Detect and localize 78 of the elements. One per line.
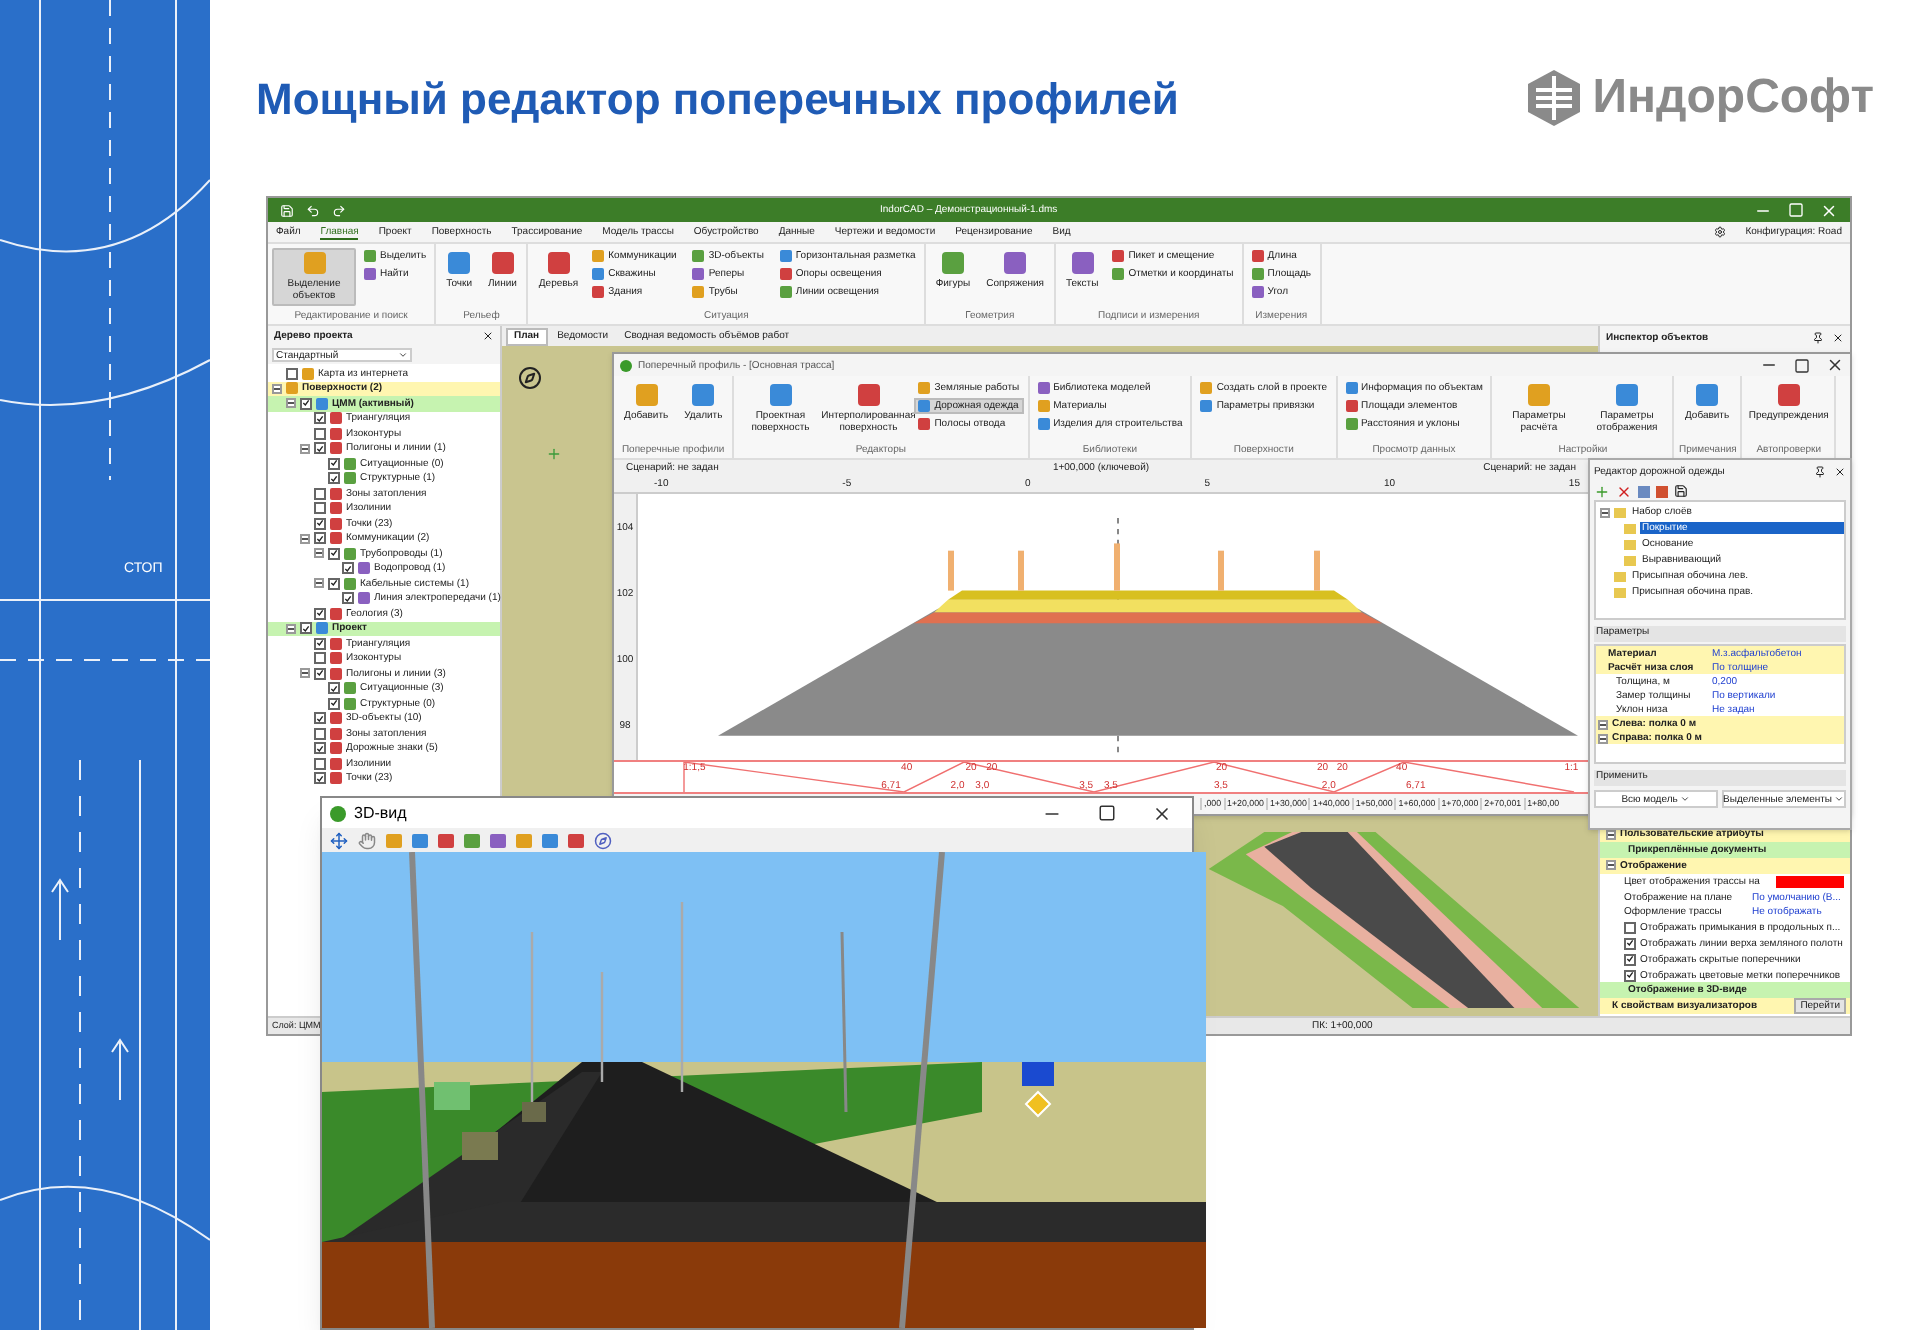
- tool-icon: [1071, 252, 1094, 274]
- tool-icon: [857, 384, 880, 406]
- checkbox[interactable]: [328, 697, 340, 710]
- tool-icon: [547, 252, 570, 274]
- save-icon[interactable]: [1674, 484, 1688, 498]
- maximize-icon[interactable]: [1098, 804, 1116, 822]
- checkbox[interactable]: [314, 517, 326, 530]
- checkbox[interactable]: [328, 547, 340, 560]
- checkbox[interactable]: [342, 592, 354, 605]
- undo-icon[interactable]: [306, 203, 320, 217]
- tool-icon: [303, 252, 325, 274]
- window-title: 3D-вид: [354, 801, 407, 825]
- tool-icon: [692, 384, 715, 406]
- tool-icon: [941, 252, 964, 274]
- checkbox[interactable]: [314, 502, 326, 515]
- checkbox[interactable]: [314, 442, 326, 455]
- checkbox[interactable]: [286, 367, 298, 380]
- checkbox[interactable]: [342, 562, 354, 575]
- checkbox[interactable]: [314, 487, 326, 500]
- tool-icon: [1004, 252, 1027, 274]
- checkbox[interactable]: [328, 682, 340, 695]
- maximize-icon[interactable]: [1794, 357, 1810, 373]
- checkbox[interactable]: [300, 622, 312, 635]
- checkbox[interactable]: [314, 772, 326, 785]
- compass-icon[interactable]: [594, 831, 612, 849]
- close-icon[interactable]: [482, 330, 494, 342]
- collapse-icon[interactable]: [300, 443, 310, 454]
- checkbox[interactable]: [314, 607, 326, 620]
- checkbox[interactable]: [314, 667, 326, 680]
- checkbox[interactable]: [300, 397, 312, 410]
- tool-icon: [1777, 384, 1800, 406]
- tool-icon: [1696, 384, 1719, 406]
- delete-icon[interactable]: [1616, 483, 1632, 499]
- close-icon[interactable]: [1152, 803, 1172, 823]
- checkbox[interactable]: [314, 727, 326, 740]
- app-logo-icon: [330, 805, 346, 821]
- collapse-icon[interactable]: [1606, 860, 1616, 871]
- checkbox[interactable]: [1624, 969, 1636, 981]
- checkbox[interactable]: [314, 532, 326, 545]
- color-swatch[interactable]: [1776, 875, 1844, 888]
- checkbox[interactable]: [314, 412, 326, 425]
- logo-text: ИндорСофт: [1592, 68, 1874, 128]
- checkbox[interactable]: [314, 742, 326, 755]
- collapse-icon[interactable]: [300, 668, 310, 679]
- logo-icon: [1524, 68, 1585, 128]
- checkbox[interactable]: [1624, 953, 1636, 966]
- app-logo-icon: [620, 359, 632, 371]
- tool-icon: [1527, 384, 1550, 406]
- collapse-icon[interactable]: [1600, 507, 1610, 517]
- slide-title: Мощный редактор поперечных профилей: [256, 71, 1179, 128]
- checkbox[interactable]: [328, 577, 340, 590]
- tool-icon: [491, 252, 514, 274]
- checkbox[interactable]: [1624, 922, 1636, 935]
- close-icon[interactable]: [1832, 331, 1844, 343]
- settings-icon[interactable]: [1713, 226, 1726, 238]
- checkbox[interactable]: [314, 757, 326, 770]
- pin-icon[interactable]: [1814, 465, 1826, 477]
- checkbox[interactable]: [1624, 937, 1636, 950]
- checkbox[interactable]: [328, 457, 340, 470]
- move-icon[interactable]: [330, 831, 348, 849]
- tool-icon: [769, 384, 792, 406]
- close-icon[interactable]: [1834, 465, 1846, 477]
- tool-icon: [635, 384, 658, 406]
- checkbox[interactable]: [314, 637, 326, 650]
- redo-icon[interactable]: [332, 203, 346, 217]
- checkbox[interactable]: [328, 472, 340, 485]
- tool-icon: [448, 252, 471, 274]
- collapse-icon[interactable]: [314, 578, 324, 589]
- checkbox[interactable]: [314, 712, 326, 725]
- compass-icon: [518, 366, 542, 390]
- checkbox[interactable]: [314, 652, 326, 665]
- checkbox[interactable]: [314, 427, 326, 440]
- collapse-icon[interactable]: [286, 623, 296, 634]
- close-icon[interactable]: [1826, 356, 1844, 374]
- crosshair-icon: [546, 446, 562, 462]
- pin-icon[interactable]: [1812, 331, 1824, 343]
- hand-icon[interactable]: [358, 831, 376, 849]
- tool-icon: [1615, 384, 1638, 406]
